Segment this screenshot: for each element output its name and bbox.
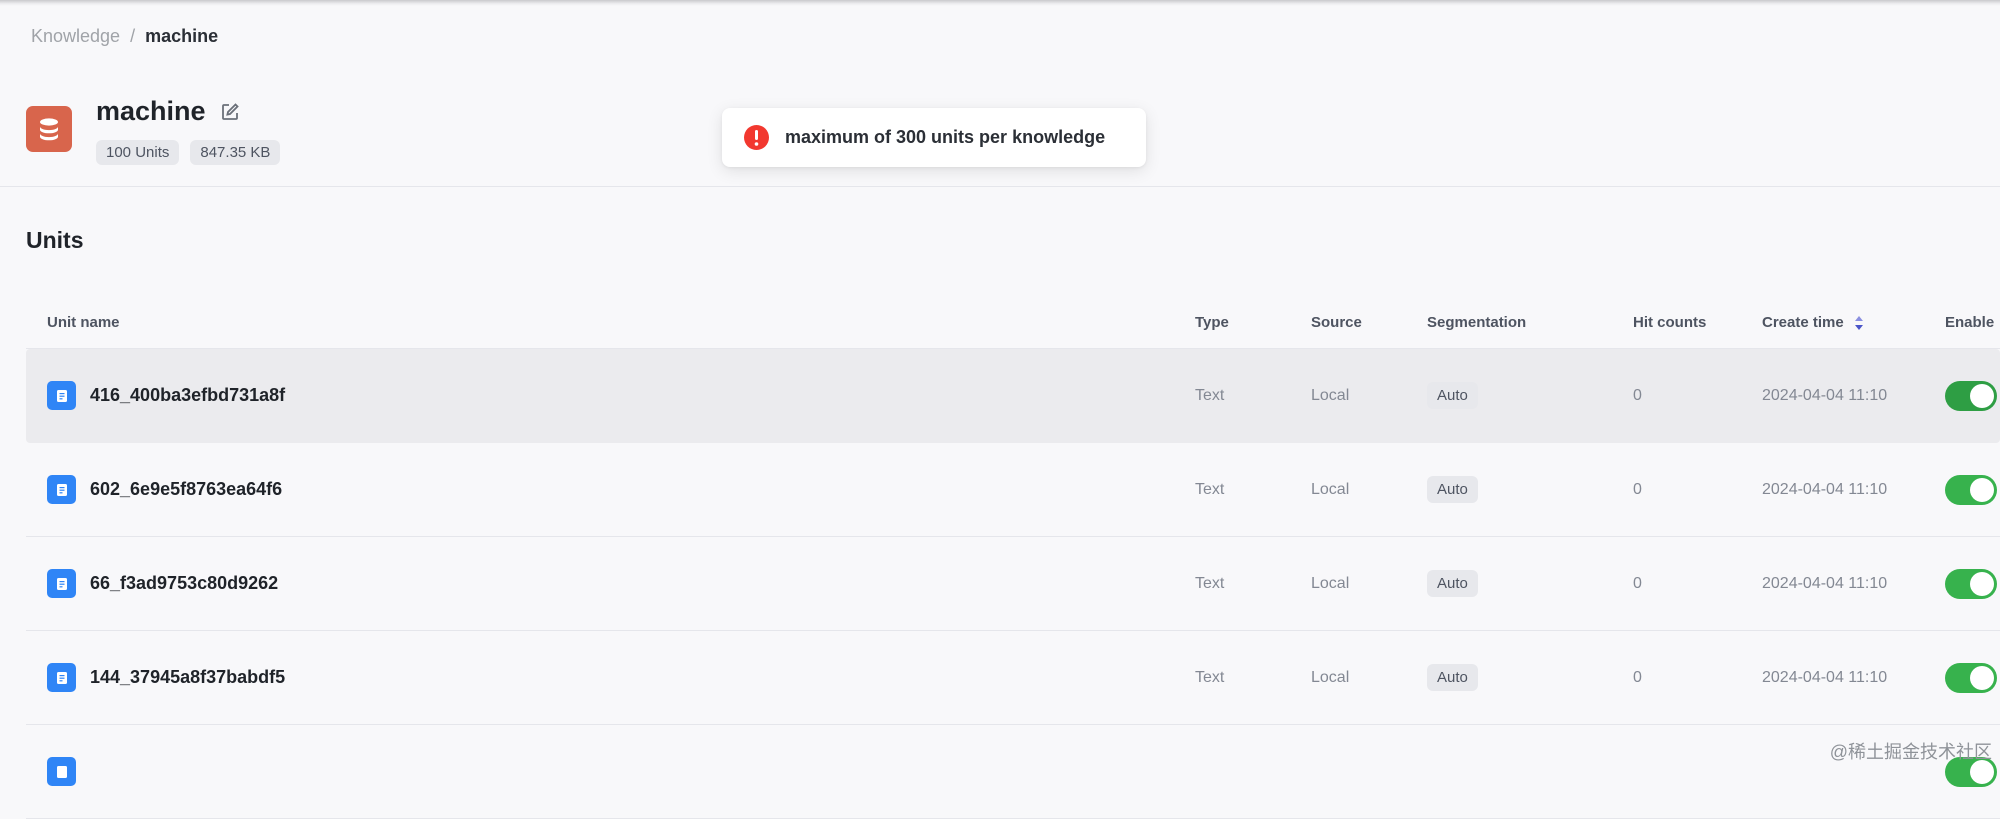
breadcrumb: Knowledge / machine [31, 26, 218, 47]
knowledge-tags: 100 Units 847.35 KB [96, 140, 281, 165]
col-create-time[interactable]: Create time [1762, 314, 1864, 331]
unit-type: Text [1195, 480, 1225, 498]
unit-type: Text [1195, 668, 1225, 686]
section-title: Units [26, 227, 84, 253]
enable-toggle[interactable] [1945, 568, 1997, 599]
edit-icon[interactable] [220, 102, 240, 122]
unit-create-time: 2024-04-04 11:10 [1762, 480, 1888, 498]
toast-message: maximum of 300 units per knowledge [785, 127, 1106, 147]
document-icon [47, 475, 76, 504]
unit-source: Local [1311, 574, 1350, 592]
unit-hit-count: 0 [1633, 480, 1642, 498]
unit-name[interactable]: 144_37945a8f37babdf5 [90, 667, 285, 688]
units-table: Unit name Type Source Segmentation Hit c… [26, 292, 2000, 819]
table-row[interactable]: 66_f3ad9753c80d9262 Text Local Auto 0 20… [26, 537, 2000, 631]
document-icon [47, 569, 76, 598]
col-hit-counts: Hit counts [1633, 314, 1707, 331]
document-icon [47, 381, 76, 410]
table-row[interactable]: 144_37945a8f37babdf5 Text Local Auto 0 2… [26, 631, 2000, 725]
table-row[interactable]: 416_400ba3efbd731a8f Text Local Auto 0 2… [26, 349, 2000, 443]
col-enable: Enable [1945, 314, 1995, 331]
unit-type: Text [1195, 386, 1225, 404]
size-tag: 847.35 KB [190, 140, 281, 165]
segmentation-badge: Auto [1427, 476, 1478, 503]
col-unit-name: Unit name [47, 314, 120, 331]
unit-create-time: 2024-04-04 11:10 [1762, 386, 1888, 404]
unit-source: Local [1311, 386, 1350, 404]
top-shadow [0, 0, 2000, 6]
toggle-knob [1970, 665, 1994, 690]
enable-toggle[interactable] [1945, 662, 1997, 693]
breadcrumb-current: machine [145, 26, 219, 46]
breadcrumb-knowledge-link[interactable]: Knowledge [31, 26, 120, 47]
segmentation-badge: Auto [1427, 382, 1478, 409]
unit-create-time: 2024-04-04 11:10 [1762, 668, 1888, 686]
table-row-partial[interactable] [26, 725, 2000, 819]
knowledge-title-row: machine [96, 96, 240, 127]
col-type: Type [1195, 314, 1229, 331]
database-icon [26, 106, 72, 152]
col-segmentation: Segmentation [1427, 314, 1527, 331]
error-toast: maximum of 300 units per knowledge [722, 108, 1146, 167]
col-source: Source [1311, 314, 1362, 331]
breadcrumb-separator: / [130, 26, 136, 46]
unit-name[interactable]: 416_400ba3efbd731a8f [90, 385, 285, 406]
enable-toggle[interactable] [1945, 474, 1997, 505]
header-divider [0, 186, 2000, 187]
knowledge-title: machine [96, 96, 206, 126]
toggle-knob [1970, 477, 1994, 502]
col-create-time-label: Create time [1762, 314, 1844, 331]
error-icon [744, 125, 769, 150]
watermark: @稀土掘金技术社区 [1829, 742, 1992, 762]
unit-type: Text [1195, 574, 1225, 592]
segmentation-badge: Auto [1427, 664, 1478, 691]
segmentation-badge: Auto [1427, 570, 1478, 597]
unit-source: Local [1311, 480, 1350, 498]
unit-name[interactable]: 66_f3ad9753c80d9262 [90, 573, 278, 594]
toggle-knob [1970, 383, 1994, 408]
toggle-knob [1970, 571, 1994, 596]
sort-icon[interactable] [1854, 315, 1864, 331]
units-count-tag: 100 Units [96, 140, 180, 165]
unit-create-time: 2024-04-04 11:10 [1762, 574, 1888, 592]
unit-hit-count: 0 [1633, 668, 1642, 686]
table-row[interactable]: 602_6e9e5f8763ea64f6 Text Local Auto 0 2… [26, 443, 2000, 537]
unit-hit-count: 0 [1633, 386, 1642, 404]
document-icon [47, 663, 76, 692]
unit-hit-count: 0 [1633, 574, 1642, 592]
table-header: Unit name Type Source Segmentation Hit c… [26, 292, 2000, 349]
document-icon [47, 757, 76, 786]
unit-name[interactable]: 602_6e9e5f8763ea64f6 [90, 479, 282, 500]
unit-source: Local [1311, 668, 1350, 686]
enable-toggle[interactable] [1945, 380, 1997, 411]
